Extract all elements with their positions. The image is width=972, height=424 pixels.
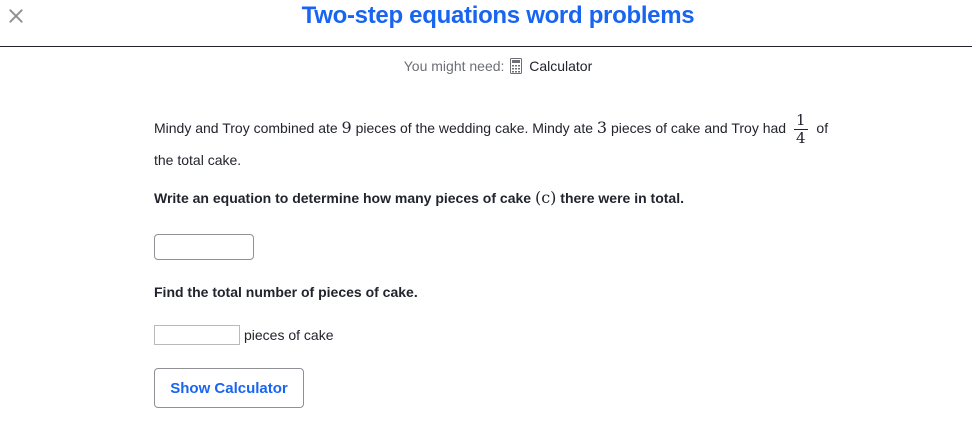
number-total: 9 (341, 118, 352, 138)
header-bar: Two-step equations word problems (0, 0, 972, 47)
problem-text-1: Mindy and Troy combined ate (154, 120, 342, 137)
page-title: Two-step equations word problems (301, 2, 695, 29)
calculator-link[interactable]: Calculator (529, 58, 592, 74)
tools-prefix: You might need: (403, 58, 505, 74)
fraction-numerator: 1 (795, 111, 806, 129)
problem-statement: Mindy and Troy combined ate 9 pieces of … (154, 112, 844, 173)
tools-hint: You might need: Calculator (0, 58, 972, 74)
number-mindy: 3 (596, 118, 608, 138)
question1-text-1: Write an equation to determine how many … (154, 190, 535, 206)
fraction-denominator: 4 (793, 129, 808, 147)
question-equation: Write an equation to determine how many … (154, 188, 684, 207)
problem-text-3: pieces of cake and Troy had (607, 120, 790, 137)
answer-row: pieces of cake (154, 325, 334, 345)
fraction-troy: 14 (793, 111, 808, 147)
total-pieces-input[interactable] (154, 325, 240, 345)
equation-input[interactable] (154, 234, 254, 260)
problem-text-2: pieces of the wedding cake. Mindy ate (351, 120, 597, 137)
calculator-icon (510, 58, 523, 74)
variable-c: (c) (534, 188, 557, 207)
question-total: Find the total number of pieces of cake. (154, 284, 418, 300)
answer-unit-label: pieces of cake (244, 327, 334, 343)
question1-text-2: there were in total. (556, 190, 684, 206)
show-calculator-button[interactable]: Show Calculator (154, 368, 304, 408)
